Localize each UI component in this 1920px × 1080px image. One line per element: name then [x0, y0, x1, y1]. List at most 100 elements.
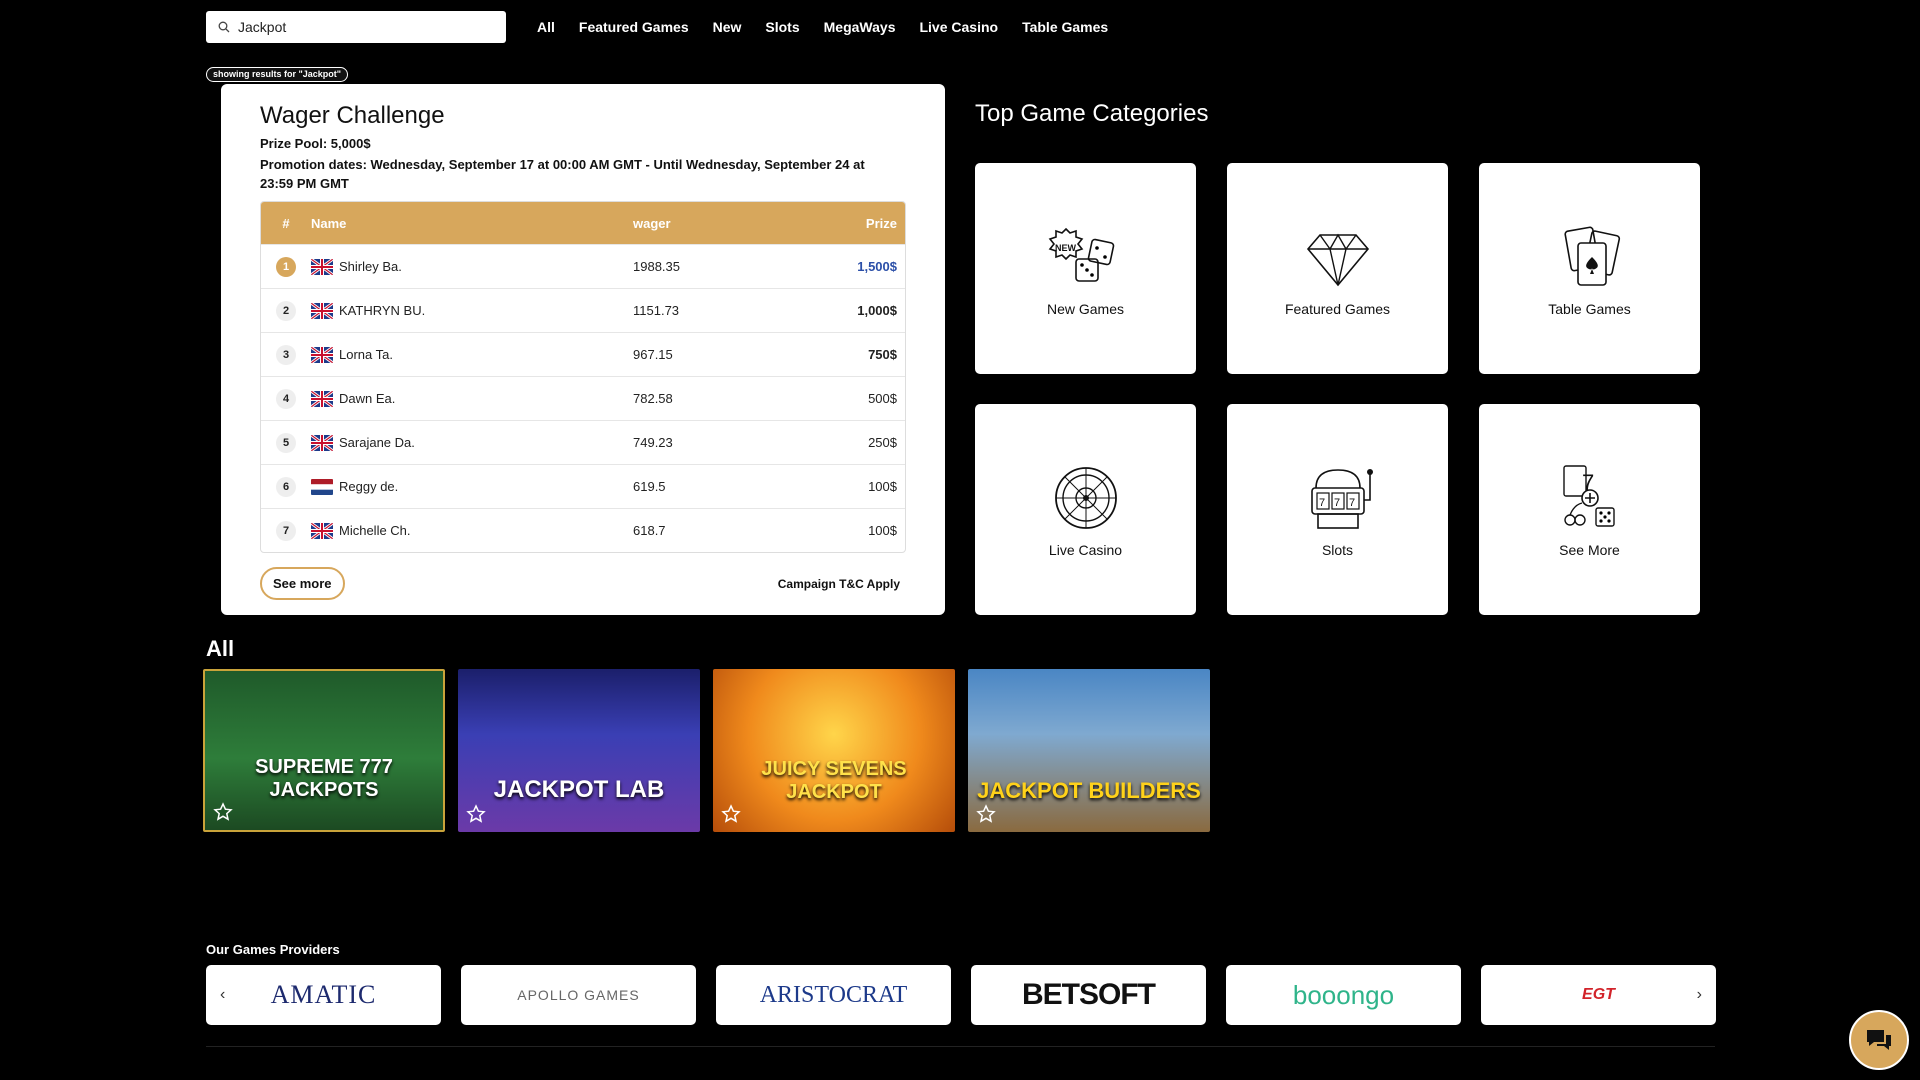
nav-featured-games[interactable]: Featured Games — [579, 19, 689, 35]
chat-button[interactable] — [1849, 1010, 1909, 1070]
prize-cell: 500$ — [868, 391, 897, 406]
nav-megaways[interactable]: MegaWays — [824, 19, 896, 35]
nav-all[interactable]: All — [537, 19, 555, 35]
favorite-star-icon[interactable] — [721, 804, 741, 824]
categories-title: Top Game Categories — [975, 100, 1209, 127]
rank-cell: 5 — [261, 432, 311, 453]
player-name: Sarajane Da. — [339, 435, 415, 450]
nav-new[interactable]: New — [713, 19, 742, 35]
nav-slots[interactable]: Slots — [765, 19, 799, 35]
player-name: Reggy de. — [339, 479, 399, 494]
rank-cell: 1 — [261, 256, 311, 277]
favorite-star-icon[interactable] — [466, 804, 486, 824]
game-title: JACKPOT BUILDERS — [977, 778, 1201, 803]
col-prize: Prize — [865, 215, 897, 231]
nav-live-casino[interactable]: Live Casino — [919, 19, 998, 35]
promotion-dates: Promotion dates: Wednesday, September 17… — [260, 157, 865, 191]
category-live-casino[interactable]: Live Casino — [975, 404, 1196, 615]
provider-egt[interactable]: EGT › — [1481, 965, 1716, 1025]
category-label: See More — [1559, 541, 1620, 558]
provider-booongo[interactable]: booongo — [1226, 965, 1461, 1025]
rank-cell: 6 — [261, 476, 311, 497]
wager-cell: 1151.73 — [633, 303, 680, 318]
prize-cell: 250$ — [868, 435, 897, 450]
category-table-games[interactable]: Table Games — [1479, 163, 1700, 374]
prize-cell: 1,500$ — [857, 259, 897, 274]
table-row: 2 KATHRYN BU. 1151.73 1,000$ — [261, 288, 905, 332]
slot-machine-icon: 7 7 7 — [1310, 468, 1373, 529]
category-featured-games[interactable]: Featured Games — [1227, 163, 1448, 374]
wager-cell: 749.23 — [633, 435, 673, 450]
rank-badge: 1 — [276, 256, 296, 277]
chevron-right-icon[interactable]: › — [1697, 986, 1702, 1004]
table-row: 5 Sarajane Da. 749.23 250$ — [261, 420, 905, 464]
wager-challenge-card: Wager Challenge Prize Pool: 5,000$ Promo… — [221, 84, 945, 615]
rank-badge: 5 — [276, 432, 296, 453]
favorite-star-icon[interactable] — [213, 802, 233, 822]
player-name: Shirley Ba. — [339, 259, 402, 274]
category-new-games[interactable]: NEW New Games — [975, 163, 1196, 374]
diamond-icon — [1306, 233, 1369, 286]
flag-icon — [311, 346, 333, 363]
provider-betsoft[interactable]: BETSOFT — [971, 965, 1206, 1025]
category-see-more[interactable]: 7 See More — [1479, 404, 1700, 615]
rank-badge: 3 — [276, 344, 296, 365]
provider-apollo-games[interactable]: APOLLO GAMES — [461, 965, 696, 1025]
campaign-tc-link[interactable]: Campaign T&C Apply — [778, 577, 900, 591]
svg-text:NEW: NEW — [1055, 243, 1077, 253]
player-name: Michelle Ch. — [339, 523, 411, 538]
see-more-button[interactable]: See more — [260, 567, 345, 600]
category-label: New Games — [1046, 300, 1125, 317]
flag-icon — [311, 302, 333, 319]
game-tile[interactable]: SUPREME 777 JACKPOTS — [203, 669, 445, 832]
leaderboard-table: # Name wager Prize 1 Shirley Ba. 1988.35 1,… — [260, 201, 906, 553]
player-name: Dawn Ea. — [339, 391, 396, 406]
provider-logo: ARISTOCRAT — [759, 981, 908, 1008]
wager-cell: 619.5 — [633, 479, 666, 494]
flag-icon — [311, 434, 333, 451]
wager-cell: 618.7 — [633, 523, 666, 538]
name-cell: Michelle Ch. — [311, 522, 633, 539]
category-label: Live Casino — [1048, 541, 1123, 558]
provider-amatic[interactable]: ‹ AMATIC — [206, 965, 441, 1025]
provider-logo: EGT — [1582, 986, 1615, 1003]
footer-divider — [206, 1046, 1715, 1047]
game-tile[interactable]: JACKPOT BUILDERS — [968, 669, 1210, 832]
name-cell: KATHRYN BU. — [311, 302, 633, 319]
game-title: SUPREME 777 JACKPOTS — [255, 756, 393, 801]
svg-text:7: 7 — [1319, 497, 1325, 509]
category-label: Featured Games — [1284, 300, 1391, 317]
search-icon — [218, 21, 230, 32]
top-bar: All Featured Games New Slots MegaWays Li… — [206, 10, 1132, 43]
category-nav: All Featured Games New Slots MegaWays Li… — [537, 19, 1132, 35]
player-name: Lorna Ta. — [339, 347, 393, 362]
search-input[interactable] — [238, 18, 498, 35]
rank-badge: 4 — [276, 388, 296, 409]
rank-badge: 7 — [276, 520, 296, 541]
game-tile[interactable]: JACKPOT LAB — [458, 669, 700, 832]
rank-badge: 6 — [276, 476, 296, 497]
chat-icon — [1867, 1030, 1891, 1050]
name-cell: Sarajane Da. — [311, 434, 633, 451]
game-tile[interactable]: JUICY SEVENS JACKPOT — [713, 669, 955, 832]
table-row: 7 Michelle Ch. 618.7 100$ — [261, 508, 905, 552]
name-cell: Reggy de. — [311, 478, 633, 495]
new-dice-icon: NEW — [1048, 227, 1114, 282]
flag-icon — [311, 478, 333, 495]
name-cell: Shirley Ba. — [311, 258, 633, 275]
category-slots[interactable]: 7 7 7 Slots — [1227, 404, 1448, 615]
rank-cell: 7 — [261, 520, 311, 541]
nav-table-games[interactable]: Table Games — [1022, 19, 1108, 35]
provider-aristocrat[interactable]: ARISTOCRAT — [716, 965, 951, 1025]
provider-logo: booongo — [1292, 979, 1395, 1010]
games-collection-icon: 7 — [1562, 464, 1615, 527]
rank-cell: 4 — [261, 388, 311, 409]
flag-icon — [311, 522, 333, 539]
favorite-star-icon[interactable] — [976, 804, 996, 824]
search-box[interactable] — [206, 10, 506, 43]
table-row: 4 Dawn Ea. 782.58 500$ — [261, 376, 905, 420]
wager-cell: 967.15 — [633, 347, 673, 362]
prize-cell: 1,000$ — [857, 303, 897, 318]
prize-cell: 100$ — [868, 479, 897, 494]
chevron-left-icon[interactable]: ‹ — [220, 986, 225, 1004]
